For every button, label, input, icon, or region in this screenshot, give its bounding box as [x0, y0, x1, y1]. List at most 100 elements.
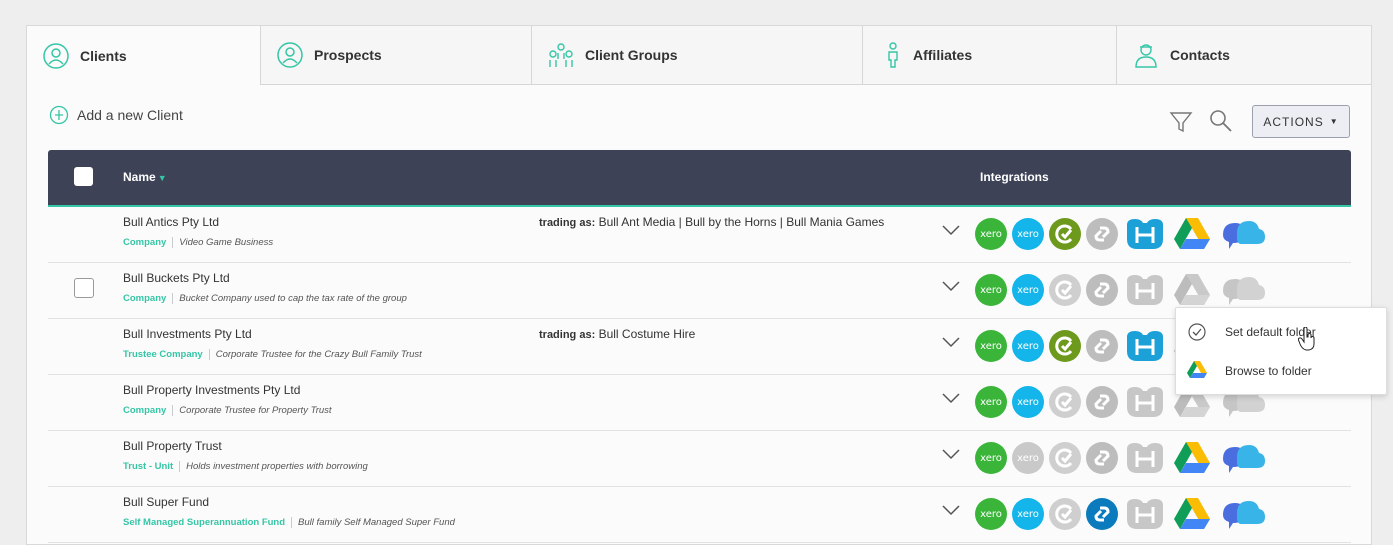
- table-row[interactable]: Bull Antics Pty Ltd Company Video Game Bus…: [48, 207, 1351, 263]
- filter-icon[interactable]: [1169, 110, 1193, 134]
- xero-green-icon[interactable]: xero: [975, 498, 1007, 530]
- select-all-checkbox[interactable]: [74, 167, 93, 186]
- hub-disabled-icon[interactable]: [1123, 273, 1167, 307]
- link-icon[interactable]: [1086, 218, 1118, 250]
- entity-type: Self Managed Superannuation Fund Bull fam…: [123, 517, 455, 528]
- entity-type: Trust - Unit Holds investment properties …: [123, 461, 368, 472]
- xero-blue-icon[interactable]: xero: [1012, 274, 1044, 306]
- xero-label: xero: [980, 340, 1002, 352]
- xero-green-icon[interactable]: xero: [975, 218, 1007, 250]
- google-drive-icon[interactable]: [1173, 217, 1213, 251]
- table-header: Name ▼ Integrations: [48, 150, 1351, 207]
- chat-cloud-icon[interactable]: [1219, 497, 1267, 531]
- tab-label: Contacts: [1170, 47, 1230, 63]
- sync-disabled-icon[interactable]: [1049, 442, 1081, 474]
- xero-green-icon[interactable]: xero: [975, 386, 1007, 418]
- browse-folder-label: Browse to folder: [1225, 364, 1312, 378]
- browse-folder-item[interactable]: Browse to folder: [1176, 353, 1388, 389]
- client-name[interactable]: Bull Investments Pty Ltd: [123, 327, 252, 341]
- add-client-label: Add a new Client: [77, 107, 183, 123]
- xero-green-icon[interactable]: xero: [975, 330, 1007, 362]
- chat-cloud-disabled-icon[interactable]: [1219, 273, 1267, 307]
- google-drive-icon[interactable]: [1173, 497, 1213, 531]
- chevron-down-icon[interactable]: [942, 391, 960, 405]
- xero-label: xero: [980, 228, 1002, 240]
- add-client-link[interactable]: Add a new Client: [49, 105, 183, 125]
- xero-label: xero: [1017, 228, 1039, 240]
- chevron-down-icon[interactable]: [942, 503, 960, 517]
- table-row[interactable]: Bull Buckets Pty Ltd Company Bucket Compan…: [48, 263, 1351, 319]
- xero-label: xero: [1017, 284, 1039, 296]
- integration-icons: xero xero: [975, 217, 1273, 251]
- row-checkbox[interactable]: [74, 278, 94, 298]
- link-icon[interactable]: [1086, 274, 1118, 306]
- table-row[interactable]: Bull Property Investments Pty Ltd Company…: [48, 375, 1351, 431]
- hub-icon[interactable]: [1123, 329, 1167, 363]
- client-name[interactable]: Bull Antics Pty Ltd: [123, 215, 219, 229]
- link-icon[interactable]: [1086, 386, 1118, 418]
- tab-clients[interactable]: Clients: [27, 26, 261, 85]
- hub-disabled-icon[interactable]: [1123, 497, 1167, 531]
- xero-label: xero: [980, 508, 1002, 520]
- link-icon[interactable]: [1086, 498, 1118, 530]
- entity-type-label: Trustee Company: [123, 349, 203, 360]
- client-name[interactable]: Bull Property Trust: [123, 439, 222, 453]
- table-row[interactable]: Bull Property Trust Trust - Unit Holds inv…: [48, 431, 1351, 487]
- chat-cloud-icon[interactable]: [1219, 217, 1267, 251]
- xero-green-icon[interactable]: xero: [975, 274, 1007, 306]
- tab-contacts[interactable]: Contacts: [1117, 26, 1371, 85]
- integrations-column-header: Integrations: [980, 170, 1049, 184]
- sync-icon[interactable]: [1049, 330, 1081, 362]
- actions-button[interactable]: ACTIONS ▼: [1252, 105, 1350, 138]
- entity-type-label: Trust - Unit: [123, 461, 174, 472]
- chevron-down-icon[interactable]: [942, 279, 960, 293]
- xero-disabled-icon[interactable]: xero: [1012, 442, 1044, 474]
- xero-label: xero: [980, 452, 1002, 464]
- xero-label: xero: [1017, 508, 1039, 520]
- tab-affiliates[interactable]: Affiliates: [863, 26, 1117, 85]
- table-row[interactable]: Bull Super Fund Self Managed Superannuati…: [48, 487, 1351, 543]
- name-column-header[interactable]: Name ▼: [123, 170, 167, 184]
- xero-blue-icon[interactable]: xero: [1012, 218, 1044, 250]
- sync-disabled-icon[interactable]: [1049, 386, 1081, 418]
- link-icon[interactable]: [1086, 330, 1118, 362]
- entity-description: Holds investment properties with borrowi…: [179, 461, 368, 472]
- tab-bar: Clients Prospects Client Groups Affiliat…: [27, 26, 1371, 85]
- xero-blue-icon[interactable]: xero: [1012, 498, 1044, 530]
- hub-disabled-icon[interactable]: [1123, 441, 1167, 475]
- trading-as: trading as: Bull Ant Media | Bull by the…: [539, 215, 884, 229]
- entity-description: Bull family Self Managed Super Fund: [291, 517, 455, 528]
- trading-as: trading as: Bull Costume Hire: [539, 327, 695, 341]
- person-icon: [883, 41, 903, 69]
- integration-icons: xero xero: [975, 441, 1273, 475]
- tab-prospects[interactable]: Prospects: [261, 26, 532, 85]
- google-drive-disabled-icon[interactable]: [1173, 273, 1213, 307]
- chevron-down-icon[interactable]: [942, 447, 960, 461]
- client-name[interactable]: Bull Property Investments Pty Ltd: [123, 383, 300, 397]
- xero-green-icon[interactable]: xero: [975, 442, 1007, 474]
- link-icon[interactable]: [1086, 442, 1118, 474]
- search-icon[interactable]: [1209, 109, 1233, 133]
- hub-disabled-icon[interactable]: [1123, 385, 1167, 419]
- trading-names: Bull Ant Media | Bull by the Horns | Bul…: [598, 215, 885, 229]
- sync-icon[interactable]: [1049, 218, 1081, 250]
- sync-disabled-icon[interactable]: [1049, 498, 1081, 530]
- table-row[interactable]: Bull Investments Pty Ltd Trustee Company C…: [48, 319, 1351, 375]
- plus-circle-icon: [49, 105, 69, 125]
- tab-client-groups[interactable]: Client Groups: [532, 26, 863, 85]
- hub-icon[interactable]: [1123, 217, 1167, 251]
- chat-cloud-icon[interactable]: [1219, 441, 1267, 475]
- xero-blue-icon[interactable]: xero: [1012, 386, 1044, 418]
- chevron-down-icon[interactable]: [942, 335, 960, 349]
- check-circle-icon: [1187, 322, 1207, 342]
- client-name[interactable]: Bull Buckets Pty Ltd: [123, 271, 230, 285]
- set-default-folder-item[interactable]: Set default folder: [1176, 314, 1388, 350]
- google-drive-icon[interactable]: [1173, 441, 1213, 475]
- trading-names: Bull Costume Hire: [598, 327, 696, 341]
- hand-cursor-icon: [1297, 326, 1316, 351]
- xero-blue-icon[interactable]: xero: [1012, 330, 1044, 362]
- client-name[interactable]: Bull Super Fund: [123, 495, 209, 509]
- xero-label: xero: [980, 396, 1002, 408]
- chevron-down-icon[interactable]: [942, 223, 960, 237]
- sync-disabled-icon[interactable]: [1049, 274, 1081, 306]
